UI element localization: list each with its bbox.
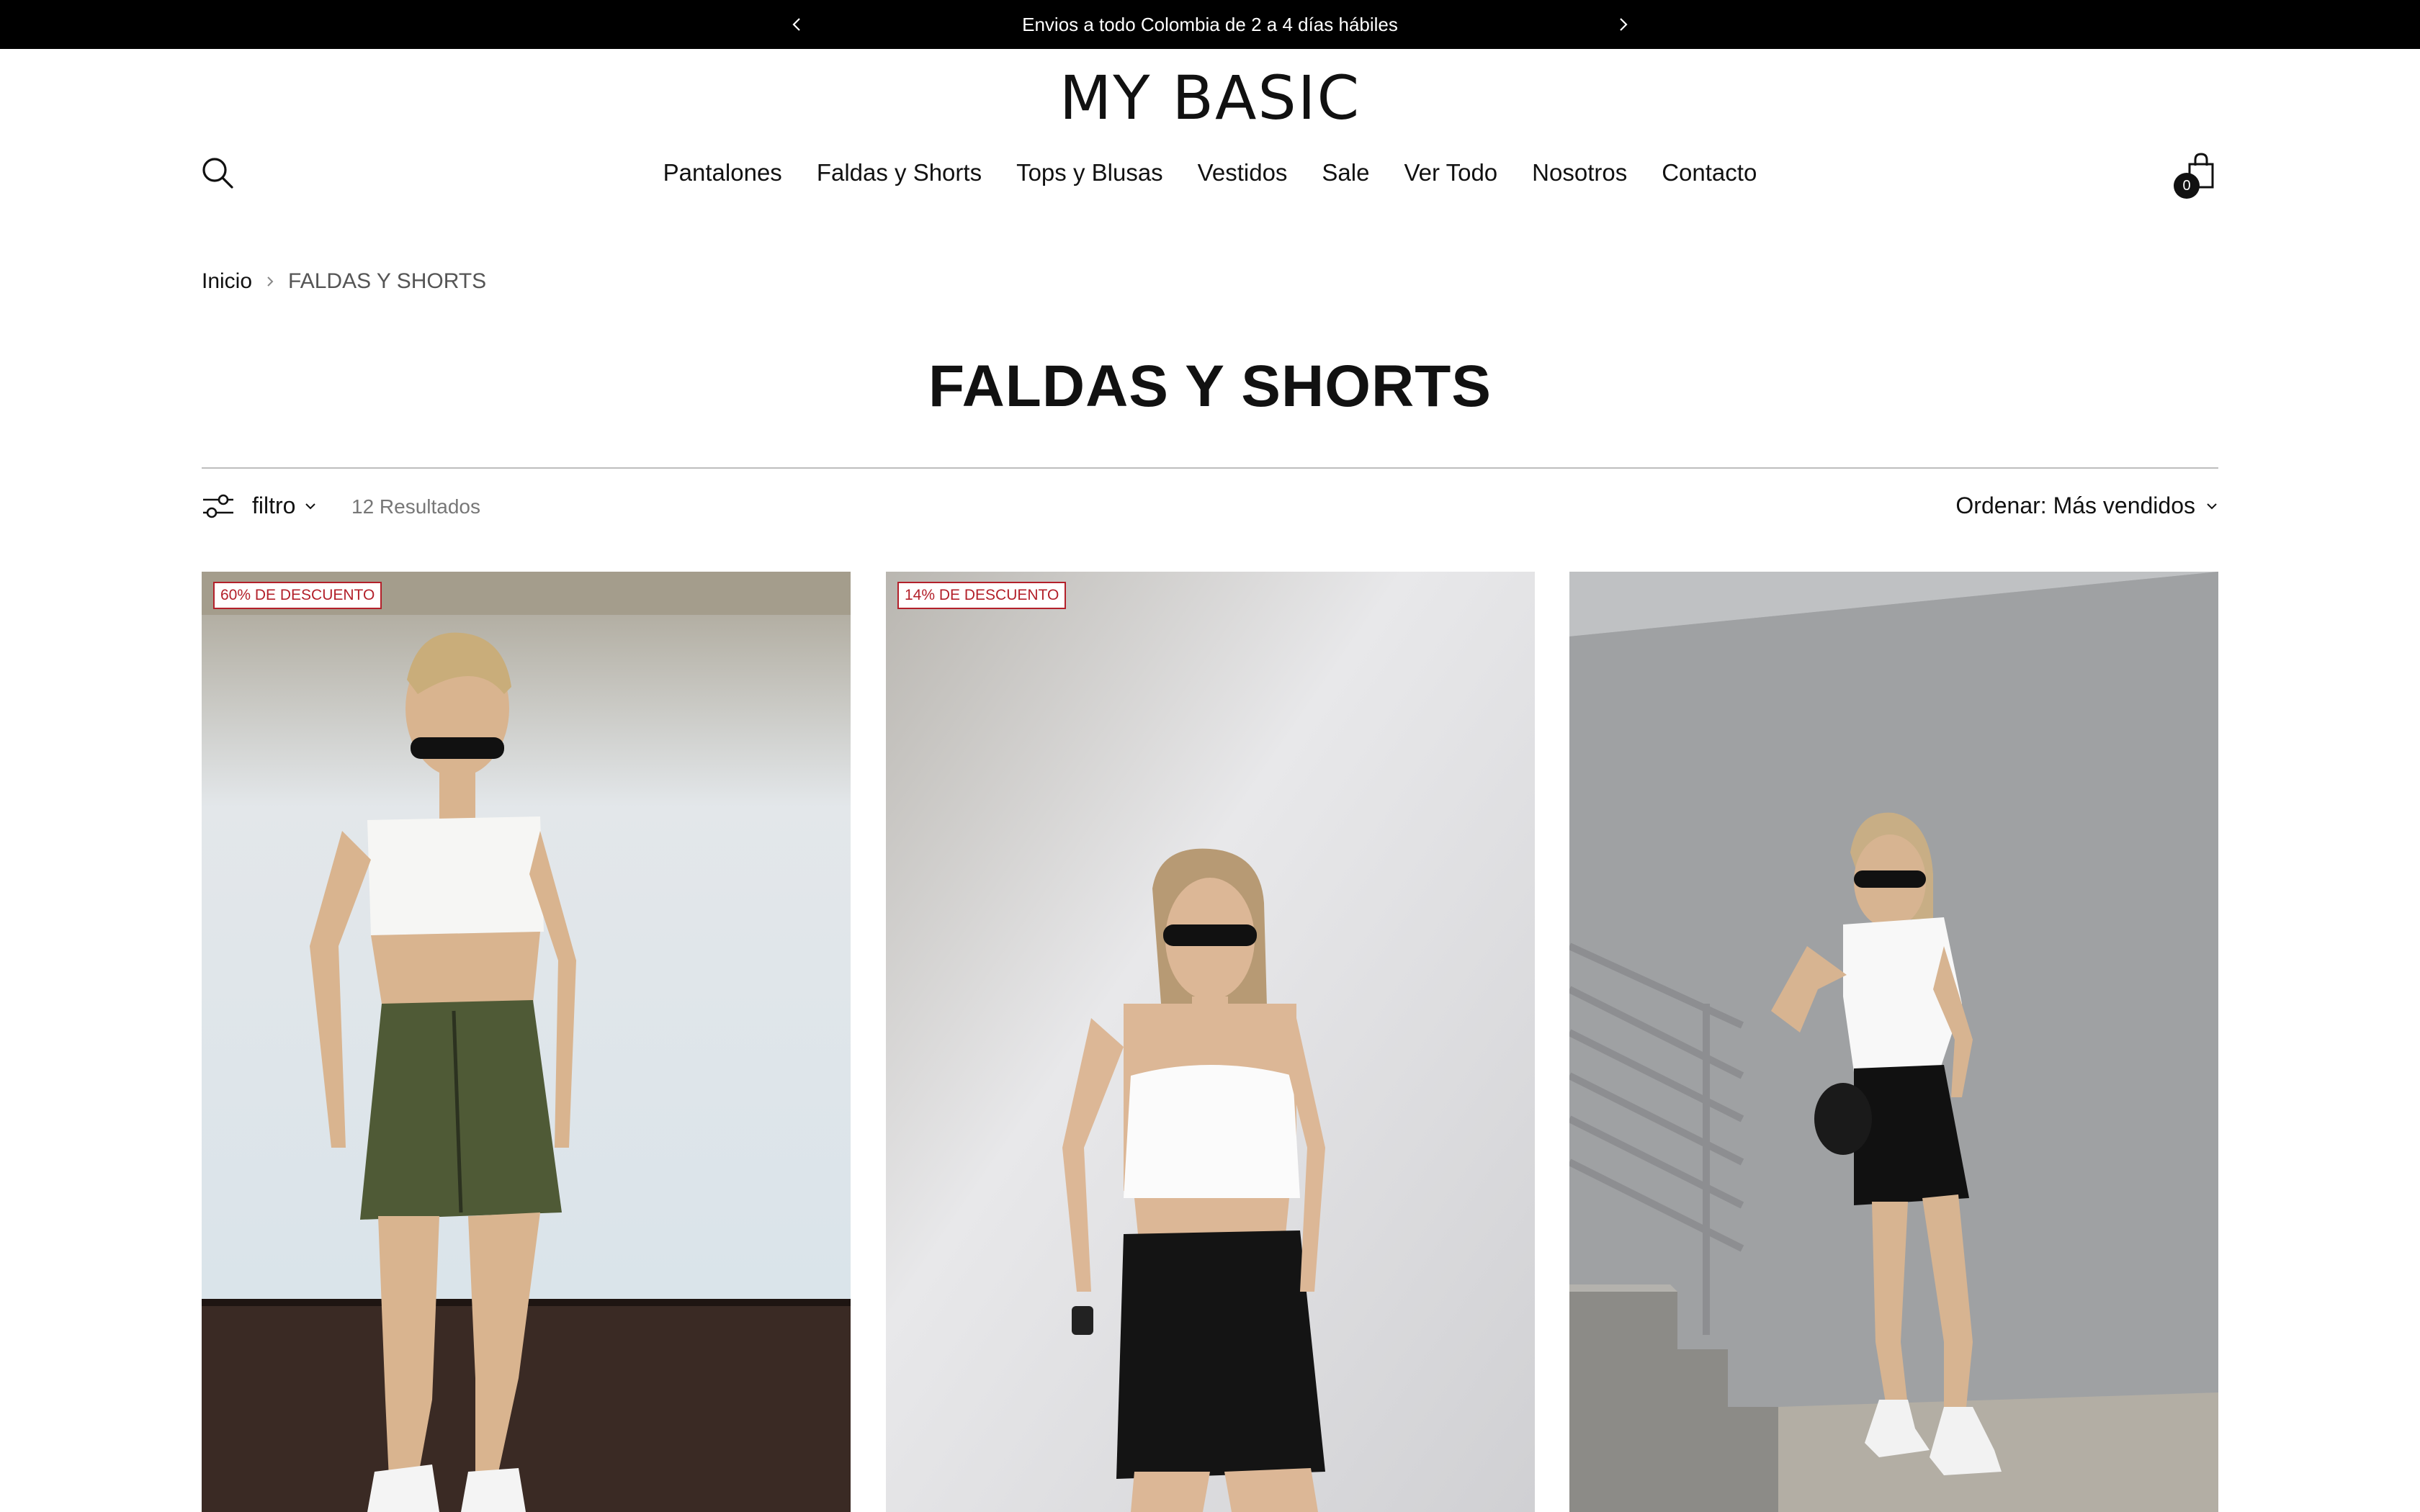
nav-item-sale[interactable]: Sale [1322, 154, 1369, 192]
announcement-bar: Envios a todo Colombia de 2 a 4 días háb… [0, 0, 2420, 49]
nav-item-pantalones[interactable]: Pantalones [663, 154, 782, 192]
breadcrumb: Inicio FALDAS Y SHORTS [202, 269, 486, 294]
site-logo[interactable]: MY BASIC [0, 62, 2420, 134]
page-title: FALDAS Y SHORTS [928, 354, 1492, 419]
announcement-next-button[interactable] [1610, 12, 1636, 37]
product-card[interactable]: 14% DE DESCUENTO [886, 572, 1535, 1512]
main-nav: Pantalones Faldas y Shorts Tops y Blusas… [0, 154, 2420, 192]
chevron-left-icon [792, 18, 800, 31]
breadcrumb-separator-icon [265, 271, 275, 293]
product-card[interactable] [1569, 572, 2218, 1512]
product-grid: 60% DE DESCUENTO 14% DE DESCUENTO [202, 572, 2218, 1512]
product-card[interactable]: 60% DE DESCUENTO [202, 572, 851, 1512]
announcement-text: Envios a todo Colombia de 2 a 4 días háb… [1022, 13, 1398, 35]
chevron-down-icon [2207, 503, 2217, 509]
announcement-prev-button[interactable] [784, 12, 810, 37]
collection-toolbar: filtro 12 Resultados Ordenar: Más vendid… [202, 492, 2218, 524]
breadcrumb-home-link[interactable]: Inicio [202, 269, 252, 294]
nav-item-tops-y-blusas[interactable]: Tops y Blusas [1016, 154, 1163, 192]
filter-label: filtro [252, 492, 296, 518]
breadcrumb-current: FALDAS Y SHORTS [288, 269, 487, 293]
nav-item-ver-todo[interactable]: Ver Todo [1404, 154, 1497, 192]
filter-button[interactable]: filtro [202, 492, 317, 519]
product-image[interactable] [1569, 572, 2218, 1512]
product-image[interactable] [202, 572, 851, 1512]
cart-button[interactable]: 0 [2174, 151, 2221, 199]
cart-count-badge: 0 [2174, 173, 2200, 199]
sort-label: Ordenar: Más vendidos [1955, 492, 2195, 518]
chevron-down-icon [305, 503, 316, 509]
nav-item-faldas-y-shorts[interactable]: Faldas y Shorts [817, 154, 982, 192]
nav-item-nosotros[interactable]: Nosotros [1532, 154, 1627, 192]
discount-badge: 14% DE DESCUENTO [897, 582, 1067, 609]
nav-item-contacto[interactable]: Contacto [1662, 154, 1757, 192]
divider [202, 467, 2218, 469]
discount-badge: 60% DE DESCUENTO [213, 582, 382, 609]
chevron-right-icon [1620, 18, 1628, 31]
sliders-icon [203, 494, 233, 518]
nav-item-vestidos[interactable]: Vestidos [1198, 154, 1288, 192]
sort-dropdown[interactable]: Ordenar: Más vendidos [1955, 492, 2218, 519]
product-image[interactable] [886, 572, 1535, 1512]
results-count: 12 Resultados [351, 495, 481, 518]
